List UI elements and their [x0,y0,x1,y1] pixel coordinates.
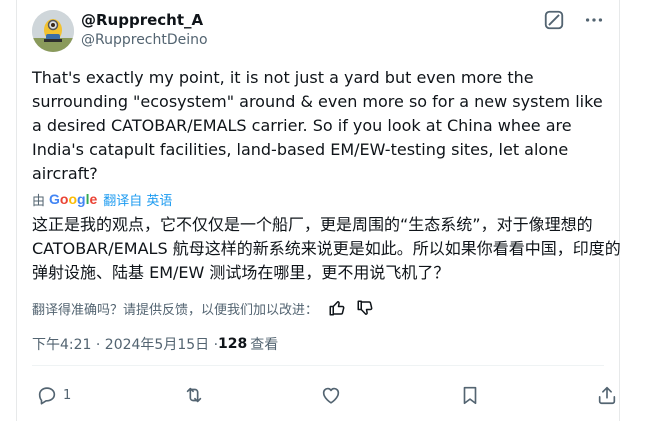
grok-icon[interactable] [543,9,565,31]
share-button[interactable] [596,384,618,406]
reply-count: 1 [63,387,72,403]
reply-button[interactable]: 1 [36,384,71,406]
like-button[interactable] [320,384,342,406]
bookmark-button[interactable] [459,384,481,406]
google-logo-letter: o [68,191,78,207]
author-display-name[interactable]: @Rupprecht_A [81,11,203,29]
more-icon[interactable] [583,9,605,31]
tweet-card: @Rupprecht_A @RupprechtDeino That's exac… [16,0,621,421]
view-count: 128 [218,336,248,352]
divider [32,365,604,366]
thumbs-down-icon[interactable] [356,299,374,317]
translation-feedback: 翻译得准确吗？请提供反馈，以便我们加以改进： [32,297,374,319]
tweet-text: That's exactly my point, it is not just … [32,68,603,183]
like-icon [322,387,340,404]
translation-prefix: 由 [32,193,46,209]
action-bar: 1 [32,380,616,410]
feedback-prompt: 翻译得准确吗？请提供反馈，以便我们加以改进： [32,302,319,318]
view-label: 查看 [250,337,279,353]
reply-icon [38,387,56,405]
google-logo-letter: G [49,191,60,207]
tweet-meta: 下午4:21 · 2024年5月15日 · 128 查看 [32,334,278,354]
retweet-button[interactable] [183,384,205,406]
thumbs-up-icon[interactable] [328,299,346,317]
google-logo: Google [49,191,97,207]
translated-text: 这正是我的观点，它不仅仅是一个船厂，更是周围的“生态系统”，对于像理想的 CAT… [32,215,621,282]
tweet-timestamp[interactable]: 下午4:21 · 2024年5月15日 · [32,334,218,354]
avatar[interactable] [32,10,74,52]
author-handle[interactable]: @RupprechtDeino [81,32,208,48]
retweet-icon [186,387,202,403]
share-icon [598,386,616,405]
bookmark-icon [463,386,477,405]
avatar-image [32,10,74,52]
translated-from-label[interactable]: 翻译自 英语 [103,190,172,209]
google-logo-letter: e [89,191,98,207]
translation-attribution: 由 Google 翻译自 英语 [32,189,172,209]
google-logo-letter: g [77,191,86,207]
